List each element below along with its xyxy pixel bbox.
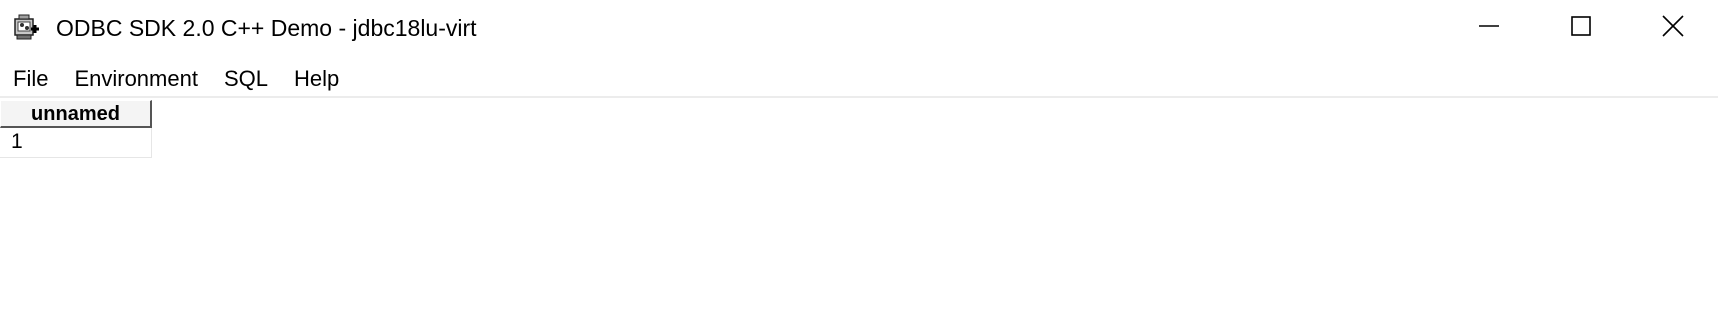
- column-header-label: unnamed: [31, 102, 120, 125]
- close-button[interactable]: [1627, 0, 1718, 56]
- menu-divider: [0, 96, 1718, 98]
- menu-help[interactable]: Help: [281, 64, 352, 94]
- minimize-button[interactable]: [1443, 0, 1535, 56]
- results-grid[interactable]: unnamed 1: [0, 100, 152, 158]
- menu-bar: File Environment SQL Help: [0, 62, 1718, 96]
- menu-environment[interactable]: Environment: [61, 64, 211, 94]
- title-bar[interactable]: ODBC SDK 2.0 C++ Demo - jdbc18lu-virt: [0, 0, 1718, 56]
- menu-sql[interactable]: SQL: [211, 64, 281, 94]
- maximize-icon: [1570, 15, 1592, 42]
- table-cell[interactable]: 1: [0, 128, 152, 158]
- app-window: ODBC SDK 2.0 C++ Demo - jdbc18lu-virt Fi…: [0, 0, 1718, 314]
- column-header-unnamed[interactable]: unnamed: [0, 100, 152, 128]
- menu-file[interactable]: File: [0, 64, 61, 94]
- close-icon: [1661, 14, 1685, 43]
- maximize-button[interactable]: [1535, 0, 1627, 56]
- minimize-icon: [1478, 15, 1500, 42]
- window-title: ODBC SDK 2.0 C++ Demo - jdbc18lu-virt: [56, 15, 477, 41]
- odbc-app-icon[interactable]: [13, 13, 41, 41]
